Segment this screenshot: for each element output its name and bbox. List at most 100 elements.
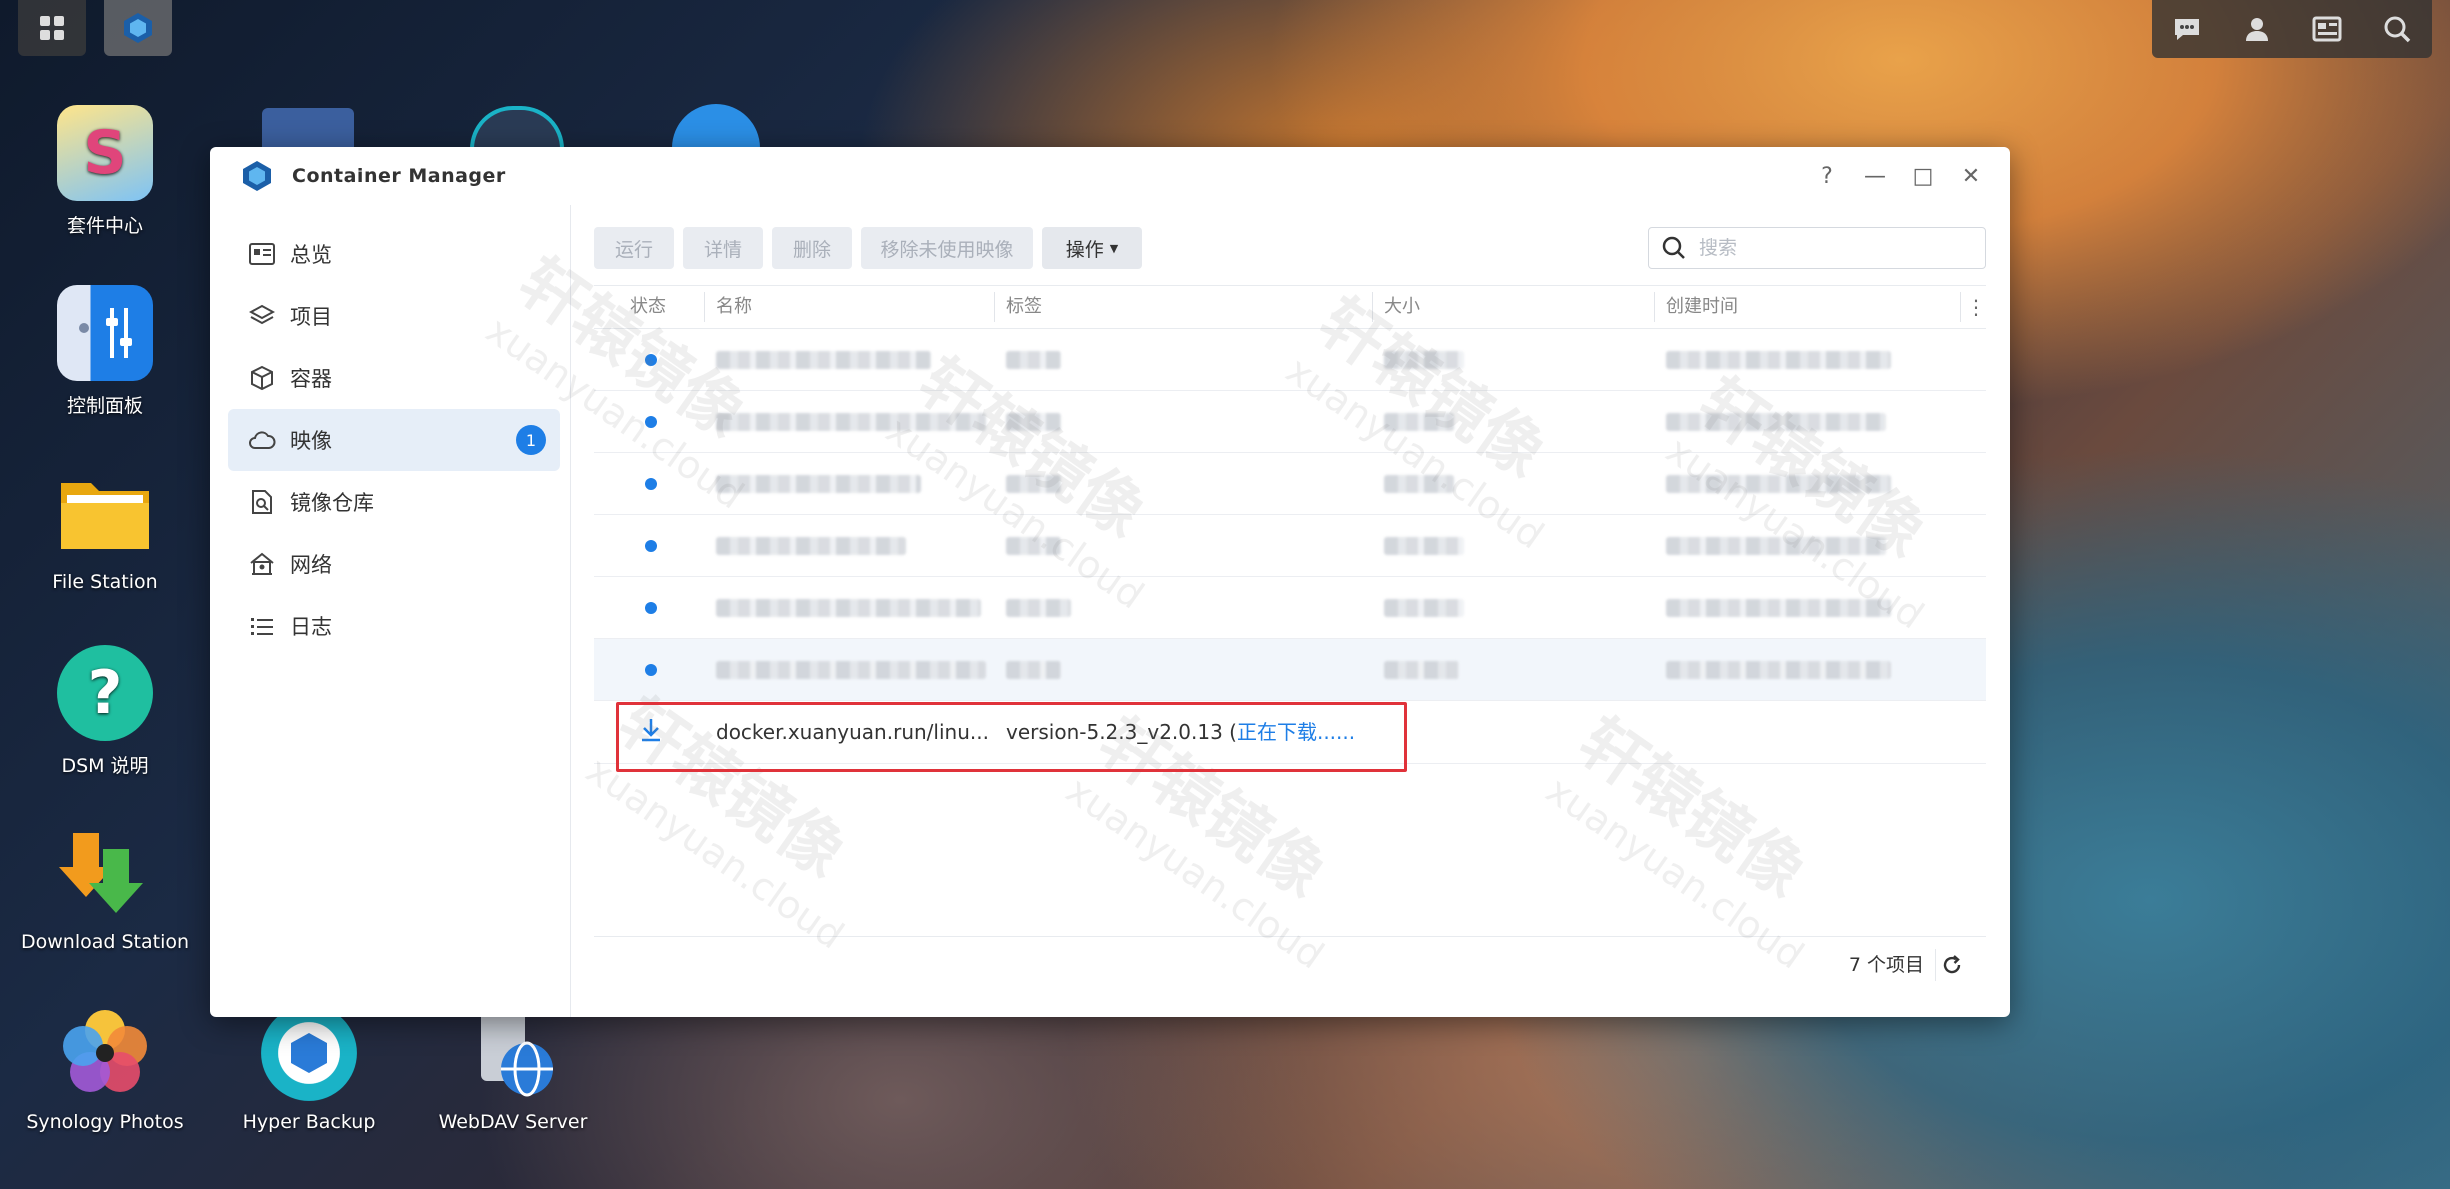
sidebar-item-label: 映像: [290, 429, 332, 453]
column-divider: [1960, 292, 1961, 322]
redacted-tag: [1006, 475, 1061, 493]
taskbar-right: [2152, 0, 2432, 58]
grid-icon: [40, 16, 64, 40]
redacted-name: [716, 475, 921, 493]
column-header-name[interactable]: 名称: [716, 286, 752, 328]
sidebar-item-label: 日志: [290, 615, 332, 639]
desktop-icon-file-station[interactable]: File Station: [10, 465, 200, 593]
redacted-name: [716, 661, 986, 679]
table-row[interactable]: [594, 453, 1986, 515]
sidebar-item-label: 镜像仓库: [290, 491, 374, 515]
desktop-icon-hyper-backup[interactable]: Hyper Backup: [214, 1005, 404, 1133]
close-button[interactable]: ✕: [1954, 159, 1988, 193]
redacted-tag: [1006, 413, 1061, 431]
redacted-tag: [1006, 661, 1061, 679]
widgets-icon[interactable]: [2307, 9, 2347, 49]
status-dot: [645, 540, 657, 552]
search-input[interactable]: [1697, 236, 1961, 260]
photos-flower-icon: [57, 1005, 153, 1101]
table-row[interactable]: [594, 329, 1986, 391]
redacted-created: [1666, 413, 1886, 431]
redacted-tag: [1006, 537, 1061, 555]
desktop-icon-label: File Station: [52, 571, 158, 593]
help-icon: ?: [57, 645, 153, 741]
table-header: 状态 名称 标签 大小 创建时间 ⋮: [594, 285, 1986, 329]
refresh-button[interactable]: [1935, 949, 1968, 981]
run-button[interactable]: 运行: [594, 227, 674, 269]
column-header-status[interactable]: 状态: [630, 286, 666, 328]
desktop-icon-control-panel[interactable]: 控制面板: [10, 285, 200, 418]
redacted-size: [1384, 475, 1454, 493]
sidebar-item-registry[interactable]: 镜像仓库: [228, 471, 560, 533]
desktop-icon-label: Synology Photos: [26, 1111, 184, 1133]
sidebar-item-logs[interactable]: 日志: [228, 595, 560, 657]
sidebar-item-projects[interactable]: 项目: [228, 285, 560, 347]
column-header-size[interactable]: 大小: [1384, 286, 1420, 328]
desktop-icon-label: Download Station: [20, 931, 190, 953]
sidebar-item-images[interactable]: 映像 1: [228, 409, 560, 471]
status-dot: [645, 416, 657, 428]
redacted-created: [1666, 475, 1891, 493]
sidebar-item-containers[interactable]: 容器: [228, 347, 560, 409]
search-box[interactable]: [1648, 227, 1986, 269]
desktop-icon-label: 控制面板: [66, 395, 143, 417]
list-icon: [248, 616, 276, 636]
minimize-button[interactable]: —: [1858, 159, 1892, 193]
sidebar-divider: [570, 205, 571, 1017]
sidebar-item-label: 网络: [290, 553, 332, 577]
table-row[interactable]: [594, 515, 1986, 577]
help-button[interactable]: ?: [1810, 159, 1844, 193]
actions-dropdown[interactable]: 操作 ▼: [1042, 227, 1142, 269]
table-row[interactable]: [594, 577, 1986, 639]
cube-icon: [248, 365, 276, 391]
chat-icon[interactable]: [2167, 9, 2207, 49]
maximize-button[interactable]: □: [1906, 159, 1940, 193]
redacted-size: [1384, 599, 1464, 617]
column-options-icon[interactable]: ⋮: [1966, 286, 1986, 328]
window-titlebar[interactable]: Container Manager: [210, 147, 2010, 205]
status-dot: [645, 664, 657, 676]
hidden-app-icon[interactable]: [262, 108, 354, 148]
cloud-icon: [248, 430, 276, 450]
overview-icon: [248, 243, 276, 265]
taskbar-container-manager[interactable]: [104, 0, 172, 56]
desktop-icon-download-station[interactable]: Download Station: [10, 825, 200, 953]
desktop-icon-dsm-help[interactable]: ? DSM 说明: [10, 645, 200, 778]
delete-button[interactable]: 删除: [772, 227, 852, 269]
details-button[interactable]: 详情: [683, 227, 763, 269]
column-header-tag[interactable]: 标签: [1006, 286, 1042, 328]
status-dot: [645, 478, 657, 490]
images-count-badge: 1: [516, 425, 546, 455]
actions-label: 操作: [1065, 238, 1104, 261]
user-icon[interactable]: [2237, 9, 2277, 49]
hidden-app-icon[interactable]: [672, 104, 760, 148]
registry-search-icon: [248, 489, 276, 515]
container-manager-window: Container Manager ? — □ ✕ 总览 项目 容器 映像 1 …: [210, 147, 2010, 1017]
redacted-name: [716, 351, 931, 369]
sidebar-item-label: 总览: [290, 243, 332, 267]
search-icon[interactable]: [2377, 9, 2417, 49]
table-row[interactable]: [594, 391, 1986, 453]
column-header-created[interactable]: 创建时间: [1666, 286, 1738, 328]
status-dot: [645, 354, 657, 366]
caret-down-icon: ▼: [1109, 241, 1119, 255]
desktop-icon-webdav-server[interactable]: WebDAV Server: [418, 1005, 608, 1133]
hidden-app-icon[interactable]: [470, 106, 564, 152]
desktop-icon-synology-photos[interactable]: Synology Photos: [10, 1005, 200, 1133]
redacted-created: [1666, 661, 1891, 679]
redacted-size: [1384, 413, 1454, 431]
sidebar-item-overview[interactable]: 总览: [228, 223, 560, 285]
table-row[interactable]: [594, 639, 1986, 701]
main-menu-button[interactable]: [18, 0, 86, 56]
redacted-name: [716, 537, 906, 555]
desktop-icon-package-center[interactable]: S 套件中心: [10, 105, 200, 238]
highlight-box: [616, 702, 1407, 772]
control-panel-icon: [57, 285, 153, 381]
desktop-icon-label: Hyper Backup: [242, 1111, 376, 1133]
desktop-icon-label: DSM 说明: [61, 755, 149, 777]
sidebar-item-network[interactable]: 网络: [228, 533, 560, 595]
remove-unused-images-button[interactable]: 移除未使用映像: [861, 227, 1033, 269]
redacted-tag: [1006, 351, 1061, 369]
network-house-icon: [248, 552, 276, 576]
redacted-size: [1384, 661, 1459, 679]
